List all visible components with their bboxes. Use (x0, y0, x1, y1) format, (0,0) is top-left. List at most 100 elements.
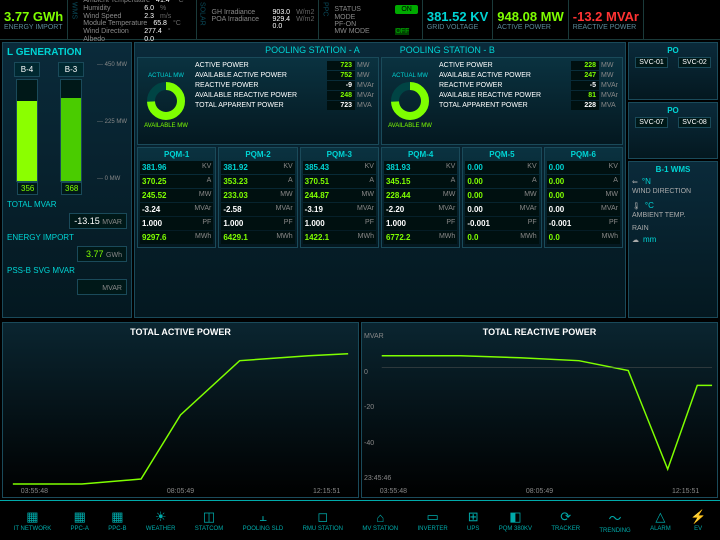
solar-tag: SOLAR (197, 0, 208, 39)
temp-label: AMBIENT TEMP. (632, 212, 714, 219)
pqm-card[interactable]: PQM-2381.92KV353.23A233.03MW-2.58MVAr1.0… (218, 147, 297, 248)
wms-row: Module Temperature65.8°C (83, 20, 183, 27)
pqm-card[interactable]: PQM-3385.43KV370.51A244.87MW-3.19MVAr1.0… (300, 147, 379, 248)
wms-row: Ambient Temperature41.4°C (83, 0, 183, 4)
ppc-row: STATUSON (334, 5, 418, 14)
pool-section: ACTUAL MWAVAILABLE MWACTIVE POWER228MWAV… (381, 57, 623, 145)
pqm-card[interactable]: PQM-50.00KV0.00A0.00MW0.00MVAr-0.001PF0.… (462, 147, 541, 248)
generation-stats: TOTAL MVAR-13.15 MVARENERGY IMPORT3.77 G… (7, 200, 127, 295)
rain-value: mm (643, 235, 656, 244)
reactive-power-chart[interactable]: TOTAL REACTIVE POWER MVAR 0 -20 -40 23:4… (361, 322, 718, 498)
ppc-row: MODE (334, 14, 418, 21)
solar-row: 0.0 (212, 23, 315, 30)
chart-right-xaxis: 03:55:4808:05:4912:15:51 (380, 488, 700, 495)
nav-ppc-a[interactable]: ▦PPC-A (71, 509, 89, 532)
bottom-nav: ▦IT NETWORK ▦PPC-A ▦PPC-B ☀WEATHER ◫STATCOM ⫠… (0, 500, 720, 540)
nav-trending[interactable]: 〜TRENDING (599, 508, 630, 534)
reactive-power-label: REACTIVE POWER (573, 24, 639, 31)
solar-row: GH Irradiance903.0W/m2 (212, 9, 315, 16)
charts-row: TOTAL ACTIVE POWER 03:55:4808:05:4912:15… (0, 320, 720, 500)
wind-label: WIND DIRECTION (632, 188, 714, 195)
po-label-1: PO (632, 46, 714, 55)
nav-pqm-380kv[interactable]: ◧PQM 380KV (499, 509, 532, 532)
chart-title-right: TOTAL REACTIVE POWER (483, 327, 597, 337)
wms-row: Humidity6.0% (83, 5, 183, 12)
nav-ups[interactable]: ⊞UPS (467, 509, 479, 532)
nav-alarm[interactable]: △ALARM (650, 509, 671, 532)
svc-box-1: PO SVC-01 SVC-02 (628, 42, 718, 100)
nav-weather[interactable]: ☀WEATHER (146, 509, 176, 532)
wind-value: °N (642, 177, 651, 186)
rain-label: RAIN (632, 225, 714, 232)
generation-bar: B-3368 (51, 62, 91, 182)
wms-title: B-1 WMS (632, 165, 714, 174)
svc-row-1: SVC-01 SVC-02 (632, 57, 714, 68)
energy-import-box: 3.77 GWh ENERGY IMPORT (0, 0, 68, 39)
pqm-card[interactable]: PQM-60.00KV0.00A0.00MW0.00MVAr-0.001PF0.… (544, 147, 623, 248)
energy-import-value: 3.77 GWh (4, 9, 63, 24)
wms-group: Ambient Temperature41.4°CHumidity6.0%Win… (79, 0, 196, 39)
thermometer-icon: 🌡 (632, 202, 641, 210)
ppc-tag: PPC (319, 0, 330, 39)
temp-value: °C (645, 201, 654, 210)
top-bar: 3.77 GWh ENERGY IMPORT WMS Ambient Tempe… (0, 0, 720, 40)
ppc-group: STATUSONMODEPF-ONMW MODEOFF (330, 0, 423, 39)
nav-statcom[interactable]: ◫STATCOM (195, 509, 223, 532)
pooling-body: ACTUAL MWAVAILABLE MWACTIVE POWER723MWAV… (137, 57, 623, 145)
ppc-row: PF-ON (334, 21, 418, 28)
nav-inverter[interactable]: ▭INVERTER (417, 509, 447, 532)
grid-voltage-box: 381.52 KV GRID VOLTAGE (423, 0, 493, 39)
nav-pooling-sld[interactable]: ⫠POOLING SLD (243, 509, 284, 532)
reactive-power-value: -13.2 MVAr (573, 9, 639, 24)
pqm-grid: PQM-1381.96KV370.25A245.52MW-3.24MVAr1.0… (137, 147, 623, 248)
rain-icon: ☁ (632, 236, 639, 244)
svc-08[interactable]: SVC-08 (678, 117, 711, 128)
pqm-card[interactable]: PQM-1381.96KV370.25A245.52MW-3.24MVAr1.0… (137, 147, 216, 248)
nav-rmu-station[interactable]: ◻RMU STATION (303, 509, 343, 532)
svc-07[interactable]: SVC-07 (635, 117, 668, 128)
gen-stat-row: PSS-B SVG MVAR (7, 266, 127, 275)
grid-voltage-value: 381.52 KV (427, 9, 488, 24)
pqm-card[interactable]: PQM-4381.93KV345.15A228.44MW-2.20MVAr1.0… (381, 147, 460, 248)
wms-row: Wind Speed2.3m/s (83, 13, 183, 20)
chart-left-xaxis: 03:55:4808:05:4912:15:51 (21, 488, 341, 495)
solar-group: GH Irradiance903.0W/m2POA Irradiance929.… (208, 0, 320, 39)
svc-01[interactable]: SVC-01 (635, 57, 668, 68)
pool-b-title: POOLING STATION - B (400, 45, 495, 55)
generation-title: L GENERATION (7, 47, 127, 58)
energy-import-label: ENERGY IMPORT (4, 24, 63, 31)
solar-row: POA Irradiance929.4W/m2 (212, 16, 315, 23)
active-power-label: ACTIVE POWER (497, 24, 563, 31)
active-power-value: 948.08 MW (497, 9, 563, 24)
wms-row: Wind Direction277.4° (83, 28, 183, 35)
ppc-row: MW MODEOFF (334, 28, 418, 35)
pooling-panel: POOLING STATION - A POOLING STATION - B … (134, 42, 626, 318)
generation-bars: B-4356B-3368 --- 450 MW--- 225 MW--- 0 M… (7, 62, 127, 182)
pooling-headers: POOLING STATION - A POOLING STATION - B (137, 45, 623, 55)
nav-ev[interactable]: ⚡EV (690, 509, 706, 532)
pool-a-title: POOLING STATION - A (265, 45, 360, 55)
generation-bar: B-4356 (7, 62, 47, 182)
nav-it-network[interactable]: ▦IT NETWORK (14, 509, 52, 532)
main-area: L GENERATION B-4356B-3368 --- 450 MW--- … (0, 40, 720, 320)
active-power-box: 948.08 MW ACTIVE POWER (493, 0, 568, 39)
gen-stat-row: TOTAL MVAR (7, 200, 127, 209)
nav-ppc-b[interactable]: ▦PPC-B (108, 509, 126, 532)
svc-row-2: SVC-07 SVC-08 (632, 117, 714, 128)
bars-scale: --- 450 MW--- 225 MW--- 0 MW (95, 62, 127, 182)
nav-mv-station[interactable]: ⌂MV STATION (362, 510, 398, 532)
pool-section: ACTUAL MWAVAILABLE MWACTIVE POWER723MWAV… (137, 57, 379, 145)
active-power-chart[interactable]: TOTAL ACTIVE POWER 03:55:4808:05:4912:15… (2, 322, 359, 498)
po-label-2: PO (632, 106, 714, 115)
wms-tag: WMS (68, 0, 79, 39)
svc-box-2: PO SVC-07 SVC-08 (628, 102, 718, 160)
gen-stat-row: ENERGY IMPORT (7, 233, 127, 242)
svc-02[interactable]: SVC-02 (678, 57, 711, 68)
grid-voltage-label: GRID VOLTAGE (427, 24, 488, 31)
chart-right-yaxis: MVAR 0 -20 -40 23:45:46 (364, 333, 391, 482)
nav-tracker[interactable]: ⟳TRACKER (551, 509, 580, 532)
chart-title-left: TOTAL ACTIVE POWER (130, 327, 231, 337)
wind-icon: ⇐ (632, 178, 638, 186)
wms-box: B-1 WMS ⇐ °N WIND DIRECTION 🌡 °C AMBIENT T… (628, 161, 718, 318)
reactive-power-box: -13.2 MVAr REACTIVE POWER (569, 0, 644, 39)
